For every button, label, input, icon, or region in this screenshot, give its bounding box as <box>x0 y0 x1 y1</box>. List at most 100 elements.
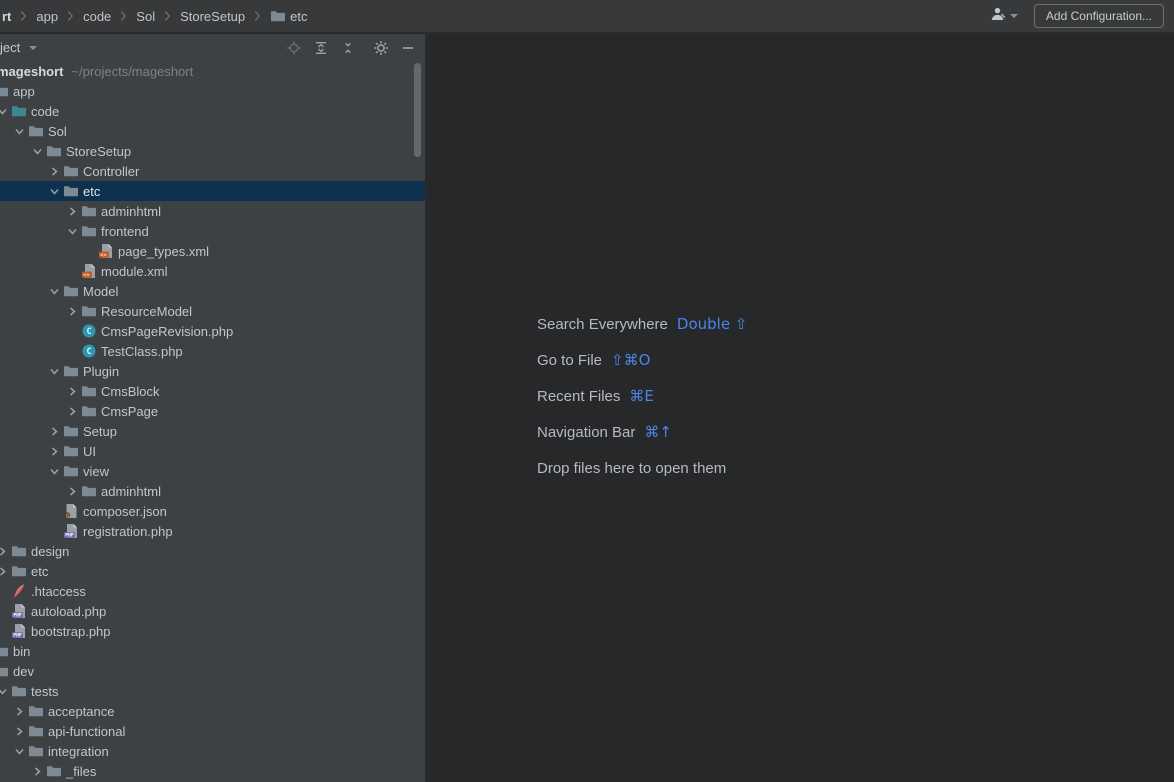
tree-item-cmsblock[interactable]: CmsBlock <box>0 381 425 401</box>
tree-item-bin[interactable]: bin <box>0 641 425 661</box>
folder-icon <box>0 641 11 661</box>
tree-item-autoload-php[interactable]: PHPautoload.php <box>0 601 425 621</box>
tree-item-tests[interactable]: tests <box>0 681 425 701</box>
tree-item-frontend[interactable]: frontend <box>0 221 425 241</box>
chevron-right-icon[interactable] <box>64 301 81 321</box>
tree-item-plugin[interactable]: Plugin <box>0 361 425 381</box>
locate-icon[interactable] <box>285 39 303 57</box>
tree-item-storesetup[interactable]: StoreSetup <box>0 141 425 161</box>
chevron-right-icon[interactable] <box>46 441 63 461</box>
main-toolbar: rt app code Sol StoreSetup etc Add Configurat… <box>0 0 1174 33</box>
shortcut-label: Drop files here to open them <box>537 460 726 477</box>
chevron-down-icon[interactable] <box>46 361 63 381</box>
shortcut-keys-link[interactable]: Double ⇧ <box>677 315 748 333</box>
chevron-down-icon[interactable] <box>11 741 28 761</box>
tree-item-api-functional[interactable]: api-functional <box>0 721 425 741</box>
collapse-all-icon[interactable] <box>339 39 357 57</box>
chevron-right-icon[interactable] <box>29 761 46 781</box>
breadcrumb-item[interactable]: app <box>36 9 58 24</box>
add-configuration-button[interactable]: Add Configuration... <box>1034 4 1164 28</box>
chevron-down-icon[interactable] <box>11 121 28 141</box>
chevron-down-icon[interactable] <box>0 681 11 701</box>
breadcrumb-item[interactable]: rt <box>2 9 11 24</box>
tree-item-label: adminhtml <box>101 484 161 499</box>
breadcrumb-item[interactable]: etc <box>270 8 307 24</box>
tree-item-adminhtml[interactable]: adminhtml <box>0 481 425 501</box>
shortcut-keys-link[interactable]: ⇧⌘O <box>611 351 650 369</box>
folder-icon <box>270 8 286 24</box>
chevron-right-icon[interactable] <box>11 721 28 741</box>
project-view-selector[interactable]: ject <box>0 40 37 55</box>
tree-item-page-types-xml[interactable]: <>page_types.xml <box>0 241 425 261</box>
folder-icon <box>28 721 46 741</box>
shortcut-label: Navigation Bar <box>537 424 635 441</box>
shortcut-line-go-to-file: Go to File ⇧⌘O <box>537 342 747 378</box>
chevron-right-icon[interactable] <box>0 541 11 561</box>
tree-item-label: etc <box>31 564 48 579</box>
tree-item-controller[interactable]: Controller <box>0 161 425 181</box>
tree-item-registration-php[interactable]: PHPregistration.php <box>0 521 425 541</box>
breadcrumb-item[interactable]: StoreSetup <box>180 9 245 24</box>
expand-all-icon[interactable] <box>312 39 330 57</box>
tree-item-model[interactable]: Model <box>0 281 425 301</box>
tree-item-cmspage[interactable]: CmsPage <box>0 401 425 421</box>
chevron-down-icon[interactable] <box>46 181 63 201</box>
tree-item-etc[interactable]: etc <box>0 561 425 581</box>
shortcut-line-drop-files-here-to-open-them: Drop files here to open them <box>537 450 747 486</box>
chevron-right-icon[interactable] <box>64 201 81 221</box>
chevron-right-icon[interactable] <box>46 421 63 441</box>
gear-icon[interactable] <box>372 39 390 57</box>
tree-item-code[interactable]: code <box>0 101 425 121</box>
chevron-spacer <box>46 501 63 521</box>
folder-icon <box>11 541 29 561</box>
tree-item-sol[interactable]: Sol <box>0 121 425 141</box>
tree-item-bootstrap-php[interactable]: PHPbootstrap.php <box>0 621 425 641</box>
chevron-down-icon[interactable] <box>29 141 46 161</box>
tree-item-module-xml[interactable]: <>module.xml <box>0 261 425 281</box>
tree-item-label: module.xml <box>101 264 167 279</box>
tree-item--htaccess[interactable]: .htaccess <box>0 581 425 601</box>
tree-item-setup[interactable]: Setup <box>0 421 425 441</box>
shortcut-keys-link[interactable]: ⌘E <box>629 387 653 405</box>
tree-item-mageshort[interactable]: mageshort~/projects/mageshort <box>0 61 425 81</box>
tree-item-acceptance[interactable]: acceptance <box>0 701 425 721</box>
user-menu[interactable] <box>990 6 1018 27</box>
breadcrumb-item[interactable]: code <box>83 9 111 24</box>
chevron-down-icon[interactable] <box>0 101 11 121</box>
tree-item-view[interactable]: view <box>0 461 425 481</box>
tree-item-design[interactable]: design <box>0 541 425 561</box>
tree-item-label: api-functional <box>48 724 125 739</box>
tree-item-composer-json[interactable]: @composer.json <box>0 501 425 521</box>
chevron-right-icon[interactable] <box>0 561 11 581</box>
breadcrumb-item[interactable]: Sol <box>136 9 155 24</box>
chevron-down-icon[interactable] <box>46 461 63 481</box>
tree-item-integration[interactable]: integration <box>0 741 425 761</box>
shortcut-keys-link[interactable]: ⌘↑ <box>644 423 672 441</box>
minimize-icon[interactable] <box>399 39 417 57</box>
vertical-scrollbar[interactable] <box>414 63 421 157</box>
tree-item--files[interactable]: _files <box>0 761 425 781</box>
chevron-right-icon[interactable] <box>64 481 81 501</box>
chevron-right-icon[interactable] <box>11 701 28 721</box>
tree-item-dev[interactable]: dev <box>0 661 425 681</box>
tree-item-ui[interactable]: UI <box>0 441 425 461</box>
tree-item-label: bin <box>13 644 30 659</box>
tree-item-resourcemodel[interactable]: ResourceModel <box>0 301 425 321</box>
tree-item-label: autoload.php <box>31 604 106 619</box>
breadcrumb-separator-icon <box>254 10 261 22</box>
chevron-right-icon[interactable] <box>46 161 63 181</box>
tree-item-cmspagerevision-php[interactable]: CCmsPageRevision.php <box>0 321 425 341</box>
tree-item-label: ResourceModel <box>101 304 192 319</box>
tree-item-etc[interactable]: etc <box>0 181 425 201</box>
chevron-right-icon[interactable] <box>64 381 81 401</box>
tree-item-app[interactable]: app <box>0 81 425 101</box>
chevron-right-icon[interactable] <box>64 401 81 421</box>
chevron-down-icon[interactable] <box>46 281 63 301</box>
tree-item-testclass-php[interactable]: CTestClass.php <box>0 341 425 361</box>
chevron-spacer <box>0 621 11 641</box>
chevron-down-icon[interactable] <box>64 221 81 241</box>
shortcut-line-navigation-bar: Navigation Bar ⌘↑ <box>537 414 747 450</box>
shortcut-label: Go to File <box>537 352 602 369</box>
tree-item-adminhtml[interactable]: adminhtml <box>0 201 425 221</box>
json-file-icon: @ <box>63 501 81 521</box>
